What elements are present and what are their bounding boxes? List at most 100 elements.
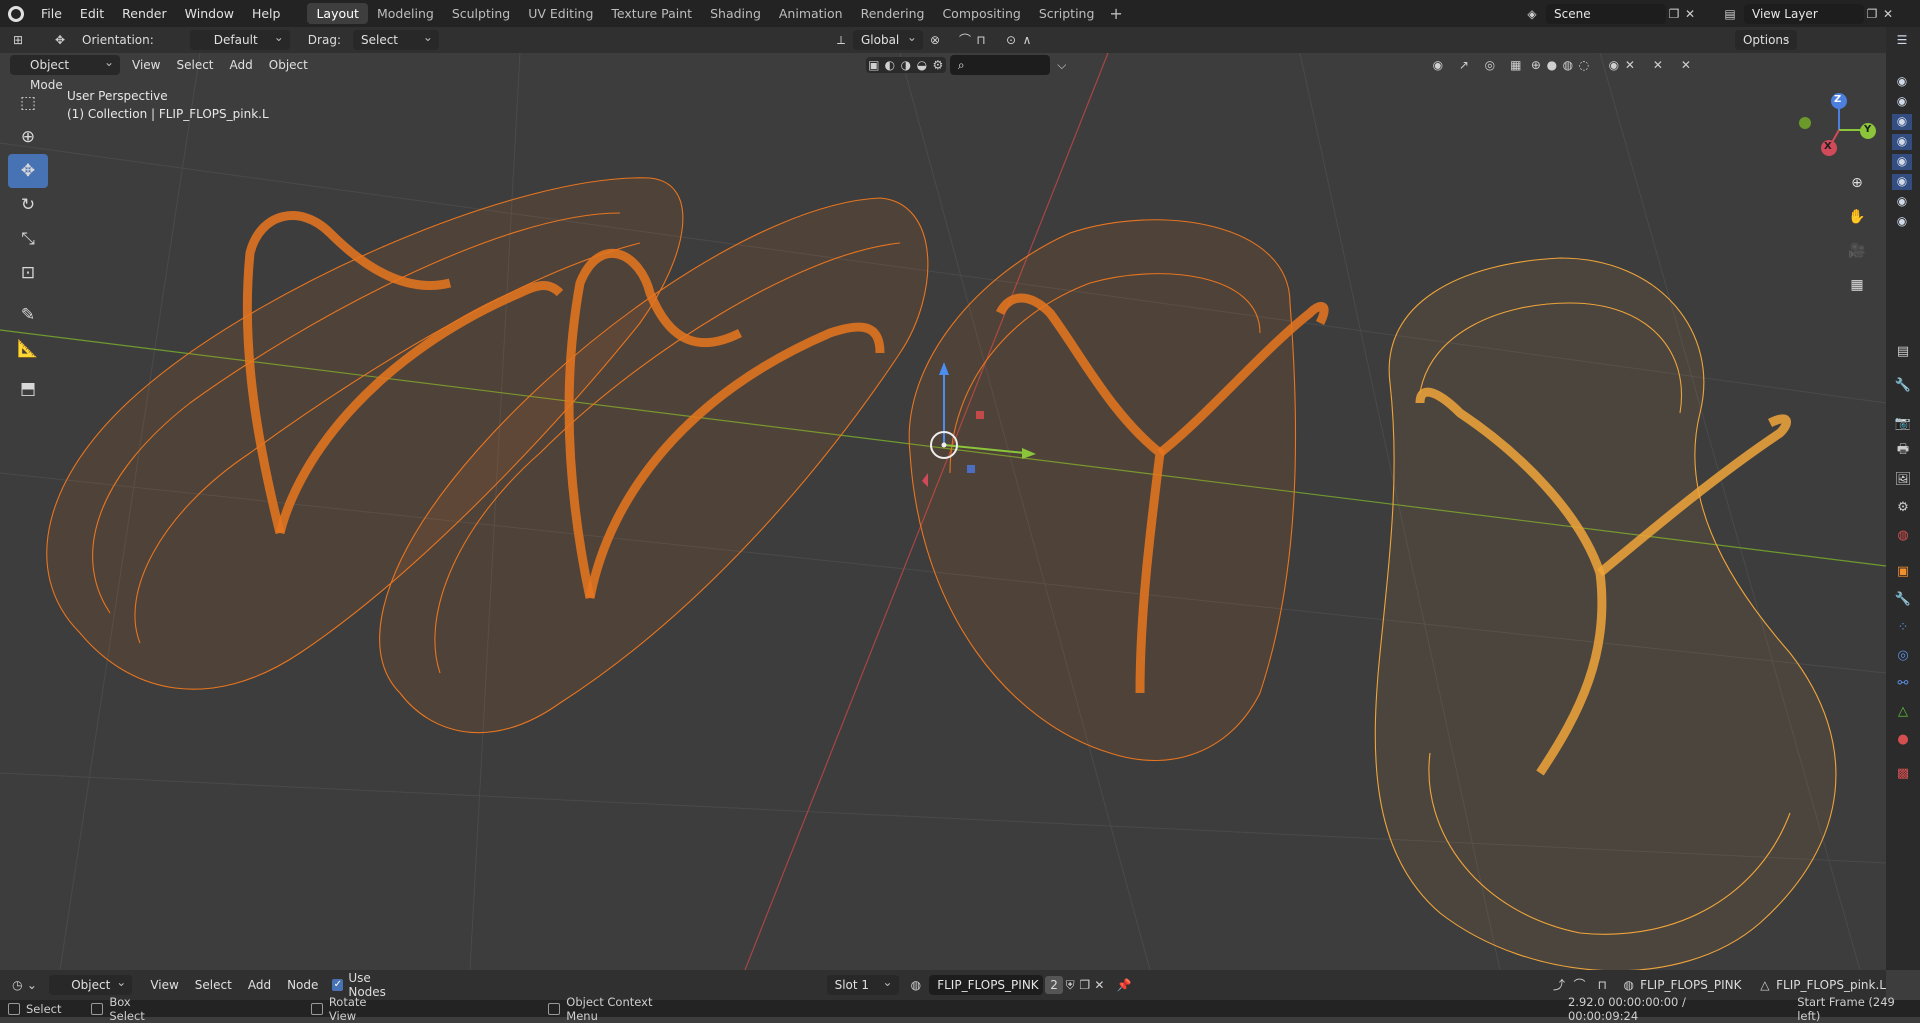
camera-view-icon[interactable]: 🎥 <box>1844 238 1870 264</box>
constraint-properties-icon[interactable]: ⚯ <box>1892 672 1914 694</box>
tab-texture-paint[interactable]: Texture Paint <box>602 3 701 24</box>
proportional-edit-icon[interactable]: ⊙ <box>1003 32 1019 48</box>
eye-icon[interactable]: ◉ <box>1892 74 1912 90</box>
snap-node-icon[interactable]: ⌒ <box>1572 977 1587 993</box>
hide-in-viewport-icon[interactable]: ◉ <box>1606 57 1622 73</box>
tool-properties-icon[interactable]: 🔧 <box>1892 374 1914 396</box>
menu-help[interactable]: Help <box>243 0 290 27</box>
render-properties-icon[interactable]: 📷 <box>1892 412 1914 434</box>
solid-shading-icon[interactable]: ● <box>1544 57 1560 73</box>
visibility-dropdown-icon[interactable]: ◉ <box>1430 57 1446 73</box>
copy-view-layer-icon[interactable]: ❐ <box>1864 6 1880 22</box>
menu-file[interactable]: File <box>32 0 71 27</box>
falloff-icon[interactable]: ∧ <box>1019 32 1035 48</box>
tab-animation[interactable]: Animation <box>770 3 852 24</box>
xray-toggle-icon[interactable]: ▦ <box>1508 57 1524 73</box>
zoom-icon[interactable]: ⊕ <box>1844 170 1870 196</box>
move-tool-button-icon[interactable]: ✥ <box>8 154 48 188</box>
select-box-tool-icon[interactable]: ⬚ <box>8 86 48 120</box>
view-layer-properties-icon[interactable]: 🖼 <box>1892 468 1914 490</box>
modifier-properties-icon[interactable]: 🔧 <box>1892 588 1914 610</box>
viewport-menu-select[interactable]: Select <box>168 55 221 75</box>
blender-logo-icon[interactable] <box>8 5 24 22</box>
add-workspace-button[interactable]: + <box>1103 3 1128 24</box>
particle-properties-icon[interactable]: ⁘ <box>1892 616 1914 638</box>
material-properties-icon[interactable]: ● <box>1892 728 1914 750</box>
overlays-toggle-icon[interactable]: ◎ <box>1482 57 1498 73</box>
delete-view-layer-icon[interactable]: ✕ <box>1880 6 1896 22</box>
transform-tool-icon[interactable]: ⊡ <box>8 256 48 290</box>
ortho-toggle-icon[interactable]: ▦ <box>1844 272 1870 298</box>
use-nodes-checkbox[interactable]: ✓ <box>332 979 344 991</box>
material-name-field[interactable]: FLIP_FLOPS_PINK <box>929 975 1044 995</box>
world-properties-icon[interactable]: ◍ <box>1892 524 1914 546</box>
camera-filter-icon[interactable]: ◒ <box>914 57 930 73</box>
tab-sculpting[interactable]: Sculpting <box>443 3 519 24</box>
pan-hand-icon[interactable]: ✋ <box>1844 204 1870 230</box>
output-properties-icon[interactable]: 🖶 <box>1892 440 1914 462</box>
eye-icon[interactable]: ◉ <box>1892 194 1912 210</box>
eye-icon[interactable]: ◉ <box>1892 214 1912 230</box>
menu-edit[interactable]: Edit <box>71 0 113 27</box>
active-material-label[interactable]: FLIP_FLOPS_PINK <box>1640 978 1741 992</box>
delete-scene-icon[interactable]: ✕ <box>1682 6 1698 22</box>
drag-dropdown[interactable]: Select Box <box>352 27 439 67</box>
viewport-filter-dropdown-icon[interactable]: ⌵ <box>1054 57 1070 73</box>
view-layer-icon[interactable]: ▤ <box>1722 6 1738 22</box>
editor-type-icon[interactable]: ⊞ <box>10 32 26 48</box>
browse-material-icon[interactable]: ◍ <box>909 977 924 993</box>
scale-tool-icon[interactable]: ⤡ <box>8 222 48 256</box>
tab-layout[interactable]: Layout <box>307 3 368 24</box>
active-object-label[interactable]: FLIP_FLOPS_pink.L <box>1776 978 1886 992</box>
viewport-menu-view[interactable]: View <box>124 55 168 75</box>
duplicate-material-icon[interactable]: ❐ <box>1077 977 1092 993</box>
add-cube-tool-icon[interactable]: ⬒ <box>8 372 48 406</box>
rotate-tool-icon[interactable]: ↻ <box>8 188 48 222</box>
copy-scene-icon[interactable]: ❐ <box>1666 6 1682 22</box>
menu-render[interactable]: Render <box>113 0 176 27</box>
pivot-point-icon[interactable]: ⊗ <box>927 32 943 48</box>
node-menu-add[interactable]: Add <box>240 975 279 995</box>
wireframe-shading-icon[interactable]: ⊕ <box>1528 57 1544 73</box>
shader-type-dropdown[interactable]: Object <box>49 972 133 995</box>
menu-window[interactable]: Window <box>176 0 243 27</box>
options-dropdown[interactable]: Options <box>1734 27 1797 50</box>
curve-filter-icon[interactable]: ◐ <box>882 57 898 73</box>
object-properties-icon[interactable]: ▣ <box>1892 560 1914 582</box>
eye-icon[interactable]: ◉ <box>1892 154 1912 170</box>
tab-shading[interactable]: Shading <box>701 3 770 24</box>
scene-name-field[interactable]: Scene <box>1546 3 1666 24</box>
orientation-dropdown[interactable]: Default <box>189 27 290 50</box>
view-layer-field[interactable]: View Layer <box>1744 3 1864 24</box>
scene-properties-icon[interactable]: ⚙ <box>1892 496 1914 518</box>
transform-orientation-dropdown[interactable]: Global <box>852 27 923 50</box>
snap-element-icon[interactable]: ⊓ <box>1595 977 1610 993</box>
restrict-viewport-icon[interactable]: ✕ <box>1678 57 1694 73</box>
tab-modeling[interactable]: Modeling <box>368 3 443 24</box>
node-menu-select[interactable]: Select <box>187 975 240 995</box>
mesh-filter-icon[interactable]: ▣ <box>866 57 882 73</box>
annotate-tool-icon[interactable]: ✎ <box>8 298 48 332</box>
cursor-tool-icon[interactable]: ⊕ <box>8 120 48 154</box>
outliner-editor-type-icon[interactable]: ☰ <box>1892 33 1912 49</box>
node-menu-node[interactable]: Node <box>279 975 326 995</box>
material-shading-icon[interactable]: ◍ <box>1560 57 1576 73</box>
editor-type-clock-icon[interactable]: ◷ <box>10 977 25 993</box>
texture-properties-icon[interactable]: ▩ <box>1892 762 1914 784</box>
physics-properties-icon[interactable]: ◎ <box>1892 644 1914 666</box>
object-mode-dropdown[interactable]: Object Mode <box>10 52 120 92</box>
empty-filter-icon[interactable]: ⚙ <box>930 57 946 73</box>
pin-icon[interactable]: 📌 <box>1117 977 1132 993</box>
light-filter-icon[interactable]: ◑ <box>898 57 914 73</box>
tab-uv-editing[interactable]: UV Editing <box>519 3 602 24</box>
material-users-count[interactable]: 2 <box>1045 976 1063 994</box>
parent-node-icon[interactable]: ⤴ <box>1552 977 1567 993</box>
tab-scripting[interactable]: Scripting <box>1030 3 1104 24</box>
gizmo-toggle-icon[interactable]: ↗ <box>1456 57 1472 73</box>
fake-user-shield-icon[interactable]: ⛨ <box>1063 977 1078 993</box>
node-menu-view[interactable]: View <box>142 975 186 995</box>
rendered-shading-icon[interactable]: ◌ <box>1576 57 1592 73</box>
eye-icon[interactable]: ◉ <box>1892 174 1912 190</box>
eye-icon[interactable]: ◉ <box>1892 94 1912 110</box>
eye-icon[interactable]: ◉ <box>1892 134 1912 150</box>
